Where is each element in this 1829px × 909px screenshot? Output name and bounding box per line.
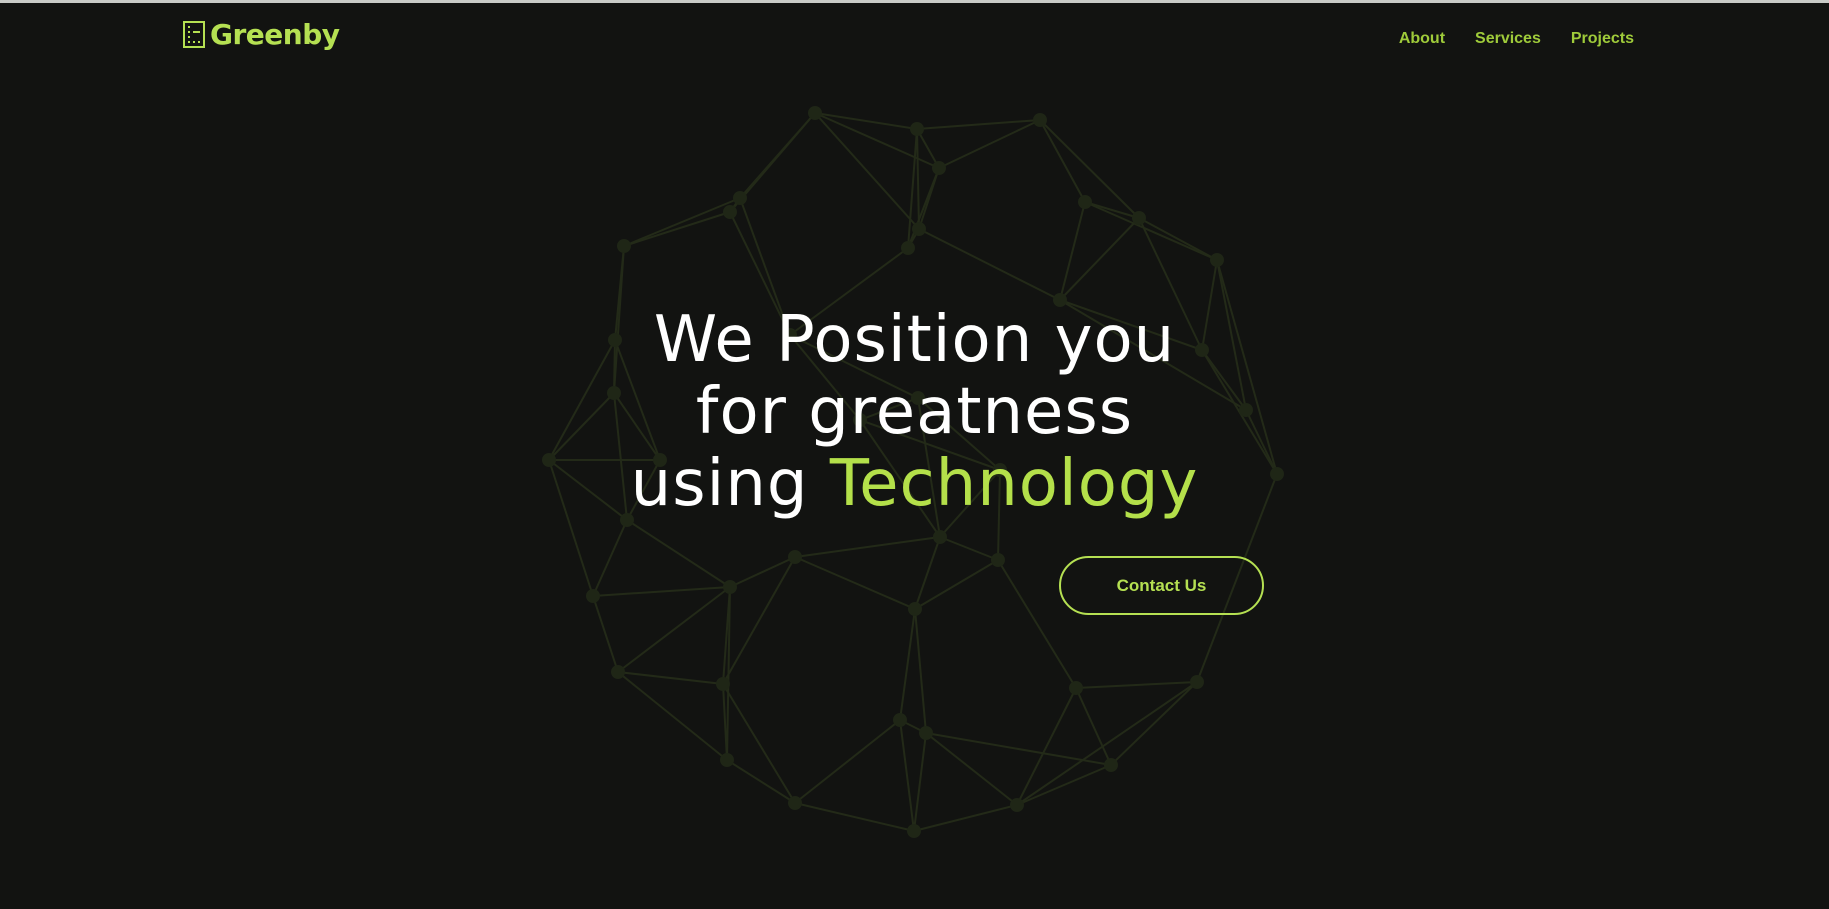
network-edge: [916, 119, 1041, 130]
building-logo-icon: [183, 21, 205, 48]
network-node: [808, 106, 822, 120]
nav-about[interactable]: About: [1399, 30, 1445, 48]
hero-heading: We Position you for greatness using Tech…: [0, 304, 1829, 520]
logo-text: Greenby: [210, 18, 340, 51]
network-node: [933, 530, 947, 544]
network-node: [723, 580, 737, 594]
main-nav: About Services Projects: [1399, 30, 1634, 48]
network-edge: [623, 197, 741, 247]
network-edge: [914, 608, 927, 734]
network-node: [907, 824, 921, 838]
site-header: Greenby About Services Projects: [0, 3, 1829, 63]
network-node: [991, 553, 1005, 567]
network-edge: [1059, 217, 1140, 301]
network-edge: [899, 719, 915, 832]
network-node: [919, 726, 933, 740]
hero-accent-word: Technology: [829, 447, 1199, 521]
network-node: [586, 589, 600, 603]
network-edge: [592, 586, 731, 597]
network-node: [1010, 798, 1024, 812]
network-edge: [722, 683, 796, 804]
network-node: [910, 122, 924, 136]
network-node: [788, 796, 802, 810]
network-edge: [914, 559, 999, 610]
network-node: [723, 205, 737, 219]
network-edge: [925, 732, 1112, 766]
network-edge: [1084, 201, 1218, 261]
network-edge: [722, 556, 796, 685]
network-edge: [918, 228, 1061, 301]
hero-line-3: using Technology: [0, 448, 1829, 520]
network-node: [720, 753, 734, 767]
network-edge: [623, 211, 731, 247]
network-edge: [794, 802, 915, 832]
network-node: [611, 665, 625, 679]
network-edge: [794, 556, 916, 610]
network-edge: [814, 112, 918, 130]
network-edge: [1016, 681, 1198, 806]
network-node: [1078, 195, 1092, 209]
network-edge: [592, 519, 628, 597]
network-edge: [1059, 201, 1086, 301]
network-edge: [814, 112, 920, 230]
network-edge: [617, 671, 724, 685]
network-edge: [1138, 217, 1218, 261]
network-edge: [617, 586, 731, 673]
hero-line-3-prefix: using: [630, 447, 830, 521]
network-edge: [939, 536, 999, 561]
network-edge: [1110, 681, 1198, 766]
network-edge: [592, 595, 619, 673]
network-node: [908, 602, 922, 616]
network-edge: [914, 536, 941, 610]
network-node: [1210, 253, 1224, 267]
network-node: [893, 713, 907, 727]
hero-line-1: We Position you: [653, 303, 1176, 377]
network-edge: [1016, 687, 1077, 806]
network-edge: [899, 608, 916, 721]
network-edge: [617, 671, 728, 761]
page: Greenby About Services Projects We Posit…: [0, 0, 1829, 909]
network-edge: [729, 556, 796, 588]
network-node: [912, 222, 926, 236]
network-edge: [1075, 681, 1198, 689]
network-node: [1069, 681, 1083, 695]
network-node: [733, 191, 747, 205]
network-edge: [794, 536, 941, 558]
hero-line-2: for greatness: [695, 375, 1134, 449]
network-edge: [794, 719, 901, 804]
network-node: [617, 239, 631, 253]
network-edge: [916, 128, 920, 230]
network-node: [716, 677, 730, 691]
network-node: [1190, 675, 1204, 689]
network-edge: [913, 732, 927, 832]
network-edge: [814, 112, 940, 169]
network-edge: [1016, 764, 1112, 806]
network-node: [1104, 758, 1118, 772]
network-edge: [626, 519, 731, 588]
network-edge: [1039, 119, 1086, 203]
network-node: [932, 161, 946, 175]
network-edge: [726, 759, 796, 804]
nav-projects[interactable]: Projects: [1571, 30, 1634, 48]
network-edge: [913, 804, 1018, 832]
network-edge: [925, 732, 1018, 806]
network-node: [901, 241, 915, 255]
network-node: [788, 550, 802, 564]
network-node: [1132, 211, 1146, 225]
network-node: [1033, 113, 1047, 127]
contact-us-button[interactable]: Contact Us: [1059, 556, 1264, 615]
nav-services[interactable]: Services: [1475, 30, 1541, 48]
logo-link[interactable]: Greenby: [183, 18, 340, 51]
